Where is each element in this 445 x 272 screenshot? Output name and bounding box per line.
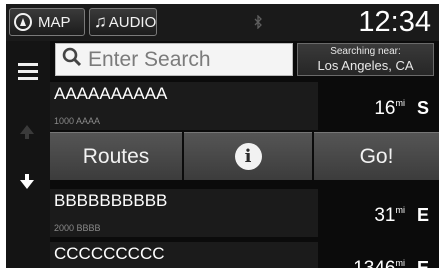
audio-button[interactable]: ♫ AUDIO [89, 8, 157, 36]
result-distance: 31mi [374, 205, 405, 226]
result-name: AAAAAAAAAA [54, 84, 168, 103]
result-row[interactable]: CCCCCCCCC 1346mi E [50, 242, 439, 268]
arrow-down-icon[interactable] [20, 180, 34, 189]
bluetooth-icon [253, 14, 263, 30]
result-address: 2000 BBBB [54, 223, 101, 233]
result-name: BBBBBBBBBB [54, 191, 168, 210]
result-name-area: BBBBBBBBBB 2000 BBBB [50, 189, 318, 237]
clock: 12:34 [358, 6, 431, 38]
navigation-compass-icon [14, 13, 32, 31]
result-distance: 16mi [374, 98, 405, 119]
searching-near-label: Searching near: [330, 46, 401, 57]
result-direction: E [416, 205, 429, 225]
routes-button[interactable]: Routes [50, 132, 182, 180]
result-actions: Routes i Go! [50, 132, 439, 180]
map-label: MAP [38, 13, 71, 31]
top-bar: MAP ♫ AUDIO 12:34 [6, 4, 439, 41]
search-icon [62, 47, 82, 72]
result-name-area: CCCCCCCCC [50, 242, 318, 268]
audio-label: AUDIO [108, 13, 157, 31]
result-distance: 1346mi [353, 258, 405, 268]
info-icon: i [234, 143, 262, 170]
result-row[interactable]: AAAAAAAAAA 1000 AAAA 16mi S [50, 82, 439, 130]
side-rail [6, 41, 50, 268]
arrow-up-stem [25, 134, 29, 139]
result-name-area: AAAAAAAAAA 1000 AAAA [50, 82, 318, 130]
music-note-icon: ♫ [94, 12, 107, 31]
searching-near-button[interactable]: Searching near: Los Angeles, CA [297, 43, 434, 76]
searching-near-city: Los Angeles, CA [317, 58, 414, 73]
navigation-screen: MAP ♫ AUDIO 12:34 Searching near: Los An… [6, 4, 439, 268]
go-button[interactable]: Go! [314, 132, 439, 180]
search-input[interactable] [88, 47, 288, 72]
arrow-up-icon[interactable] [20, 125, 34, 134]
result-direction: S [416, 98, 429, 118]
info-button[interactable]: i [184, 132, 312, 180]
search-box[interactable] [55, 43, 293, 76]
menu-icon[interactable] [18, 63, 38, 80]
result-name: CCCCCCCCC [54, 244, 165, 263]
result-direction: E [416, 258, 429, 268]
result-row[interactable]: BBBBBBBBBB 2000 BBBB 31mi E [50, 189, 439, 237]
map-button[interactable]: MAP [9, 8, 85, 36]
result-address: 1000 AAAA [54, 116, 101, 126]
